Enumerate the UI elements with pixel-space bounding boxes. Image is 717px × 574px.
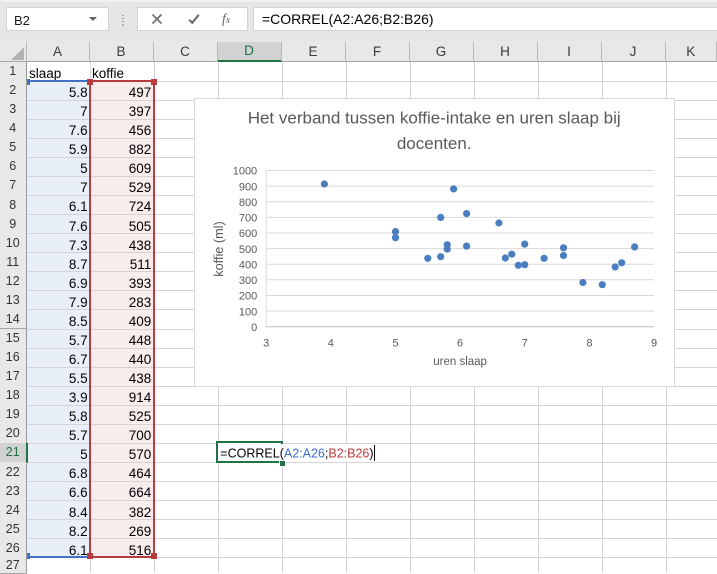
svg-text:800: 800 (239, 197, 257, 209)
svg-text:Het verband tussen koffie-inta: Het verband tussen koffie-intake en uren… (248, 109, 621, 128)
svg-text:koffie (ml): koffie (ml) (212, 221, 226, 276)
svg-text:1000: 1000 (233, 166, 257, 178)
svg-text:docenten.: docenten. (397, 134, 472, 153)
svg-text:400: 400 (239, 259, 257, 271)
svg-text:0: 0 (251, 322, 257, 334)
svg-text:300: 300 (239, 275, 257, 287)
svg-text:7: 7 (522, 338, 528, 350)
svg-text:8: 8 (587, 338, 593, 350)
svg-text:700: 700 (239, 213, 257, 225)
svg-text:6: 6 (457, 338, 463, 350)
svg-text:200: 200 (239, 291, 257, 303)
svg-text:3: 3 (263, 338, 269, 350)
svg-text:100: 100 (239, 306, 257, 318)
svg-text:4: 4 (328, 338, 334, 350)
svg-text:uren slaap: uren slaap (434, 356, 488, 368)
svg-text:900: 900 (239, 181, 257, 193)
svg-text:9: 9 (651, 338, 657, 350)
svg-text:600: 600 (239, 228, 257, 240)
svg-text:5: 5 (393, 338, 399, 350)
svg-text:500: 500 (239, 244, 257, 256)
